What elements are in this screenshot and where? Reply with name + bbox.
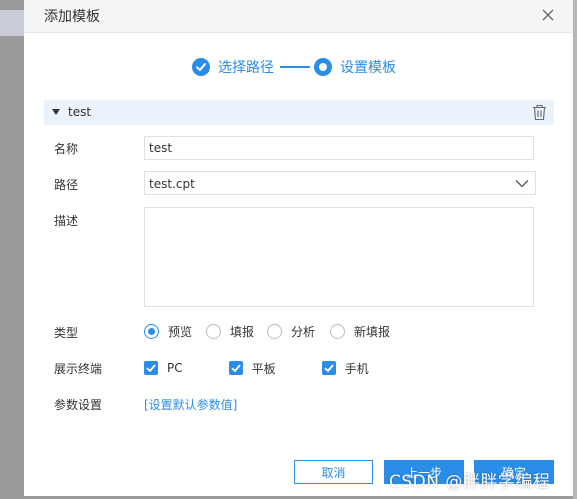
caret-down-icon[interactable]: [52, 109, 60, 115]
radio-label: 分析: [291, 324, 316, 339]
radio-icon[interactable]: [267, 323, 283, 339]
trash-icon[interactable]: [532, 104, 547, 121]
radio-option-new-fill[interactable]: 新填报: [330, 323, 390, 340]
backdrop-strip: [0, 10, 24, 36]
radio-option-analysis[interactable]: 分析: [267, 323, 315, 340]
cancel-button[interactable]: 取消: [294, 460, 373, 484]
terminals-checkbox-group: PC 平板 手机: [144, 360, 369, 376]
radio-option-preview[interactable]: 预览: [144, 323, 192, 340]
name-label: 名称: [54, 142, 79, 156]
dialog-title: 添加模板: [44, 9, 100, 25]
radio-label: 新填报: [354, 324, 391, 339]
add-template-dialog: 添加模板 选择路径 设置模板 test 名称 路径 test.cpt 描述: [24, 0, 573, 496]
checkbox-checked-icon[interactable]: [144, 361, 158, 375]
description-label: 描述: [54, 214, 79, 228]
step-connector: [280, 66, 310, 68]
checkbox-label: 手机: [344, 361, 369, 376]
check-circle-icon: [192, 58, 210, 76]
checkbox-option-pc[interactable]: PC: [144, 361, 183, 375]
backdrop-scrollbar: [573, 0, 577, 499]
description-textarea[interactable]: [144, 207, 534, 307]
close-icon[interactable]: [539, 6, 557, 24]
checkbox-label: 平板: [251, 361, 276, 376]
chevron-down-icon[interactable]: [515, 179, 529, 188]
radio-icon[interactable]: [206, 323, 222, 339]
checkbox-option-tablet[interactable]: 平板: [228, 360, 276, 377]
radio-label: 预览: [168, 324, 193, 339]
type-label: 类型: [54, 326, 79, 340]
checkbox-checked-icon[interactable]: [321, 361, 336, 375]
checkbox-option-mobile[interactable]: 手机: [321, 360, 369, 377]
name-input[interactable]: [144, 136, 534, 160]
step-indicator: 选择路径 设置模板: [192, 55, 396, 79]
radio-checked-icon[interactable]: [144, 323, 159, 339]
radio-option-fill[interactable]: 填报: [206, 323, 254, 340]
radio-icon[interactable]: [330, 323, 346, 339]
dot-circle-icon: [314, 58, 332, 76]
dialog-header: 添加模板: [24, 0, 573, 33]
checkbox-checked-icon[interactable]: [228, 361, 243, 375]
terminals-label: 展示终端: [54, 362, 103, 376]
path-select[interactable]: test.cpt: [144, 171, 536, 195]
checkbox-label: PC: [167, 361, 183, 375]
radio-label: 填报: [230, 324, 255, 339]
params-label: 参数设置: [54, 398, 103, 412]
set-default-params-link[interactable]: [设置默认参数值]: [144, 396, 237, 413]
path-value: test.cpt: [149, 177, 195, 191]
type-radio-group: 预览 填报 分析 新填报: [144, 323, 390, 339]
template-section-header[interactable]: test: [44, 100, 554, 125]
watermark: CSDN @胖胖学编程: [389, 472, 551, 492]
section-title: test: [68, 105, 92, 119]
step-set-template-label: 设置模板: [340, 60, 396, 76]
path-label: 路径: [54, 178, 79, 192]
step-select-path-label: 选择路径: [218, 60, 274, 76]
